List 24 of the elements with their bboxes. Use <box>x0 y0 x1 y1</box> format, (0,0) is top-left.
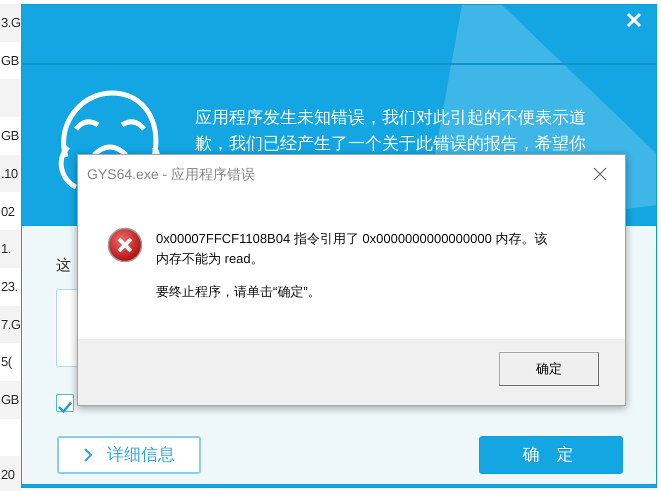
error-icon <box>107 227 143 263</box>
list-row: 20 <box>0 456 21 491</box>
list-row-text: GB <box>0 127 20 146</box>
list-row: 7.G <box>0 306 21 344</box>
dialog-title: GYS64.exe - 应用程序错误 <box>87 165 256 184</box>
list-row: 1. <box>0 230 21 268</box>
list-row: GB <box>0 380 21 419</box>
chevron-icon <box>83 447 93 463</box>
confirm-button[interactable]: 确 定 <box>479 436 623 474</box>
prompt-text: 这 <box>56 256 71 276</box>
details-button[interactable]: 详细信息 <box>57 436 201 474</box>
list-row-text: 02 <box>0 202 16 221</box>
error-description-line: 歉，我们已经产生了一个关于此错误的报告，希望你 <box>195 133 586 155</box>
list-row-text: 5( <box>0 353 13 372</box>
list-row: .10 <box>0 154 21 192</box>
list-row-text: GB <box>0 52 20 70</box>
list-row: 3.G <box>0 4 21 42</box>
list-row-text: 23. <box>0 278 19 296</box>
ok-button[interactable]: 确定 <box>499 352 599 386</box>
send-report-checkbox[interactable] <box>56 394 74 412</box>
error-message: 0x00007FFCF1108B04 指令引用了 0x0000000000000000 内存。该 内存不能为 read。 <box>156 230 548 268</box>
close-icon[interactable] <box>593 167 607 181</box>
error-description-line: 应用程序发生未知错误，我们对此引起的不便表示道 <box>195 107 586 129</box>
instruction-text: 要终止程序，请单击“确定”。 <box>156 283 321 301</box>
